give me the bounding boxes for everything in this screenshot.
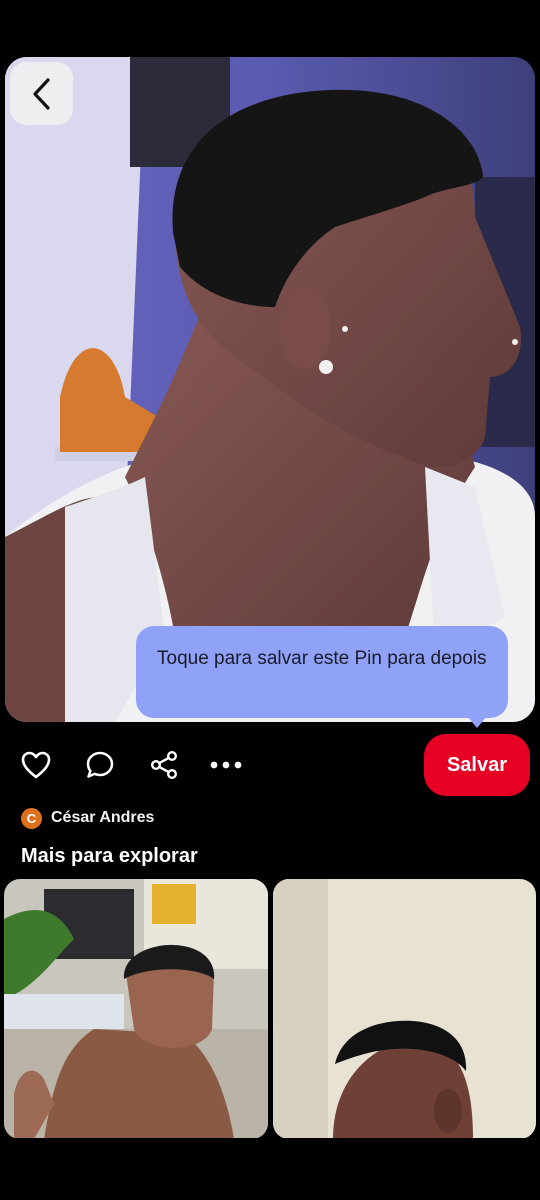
explore-pin-card[interactable]: [273, 879, 536, 1139]
pin-photo: [5, 57, 535, 722]
explore-pin-image: [273, 879, 536, 1139]
more-icon: [210, 761, 242, 769]
save-tooltip: Toque para salvar este Pin para depois: [136, 626, 508, 718]
back-button[interactable]: [10, 62, 73, 125]
explore-pin-card[interactable]: [4, 879, 268, 1139]
explore-pin-image: [4, 879, 268, 1139]
bottom-bar: [0, 1138, 540, 1200]
like-button[interactable]: [19, 748, 53, 782]
chevron-left-icon: [32, 77, 50, 110]
more-options-button[interactable]: [209, 748, 243, 782]
share-button[interactable]: [147, 748, 181, 782]
tooltip-tail: [467, 716, 487, 728]
tooltip-text: Toque para salvar este Pin para depois: [157, 648, 487, 669]
share-icon: [151, 751, 178, 780]
pin-image[interactable]: [5, 57, 535, 722]
avatar: C: [21, 807, 42, 829]
section-title: Mais para explorar: [21, 845, 198, 867]
author-name: César Andres: [51, 809, 155, 826]
save-button[interactable]: Salvar: [424, 734, 530, 796]
comment-button[interactable]: [83, 748, 117, 782]
comment-icon: [86, 751, 114, 778]
author-link[interactable]: C César Andres: [21, 807, 154, 829]
heart-icon: [21, 751, 51, 779]
